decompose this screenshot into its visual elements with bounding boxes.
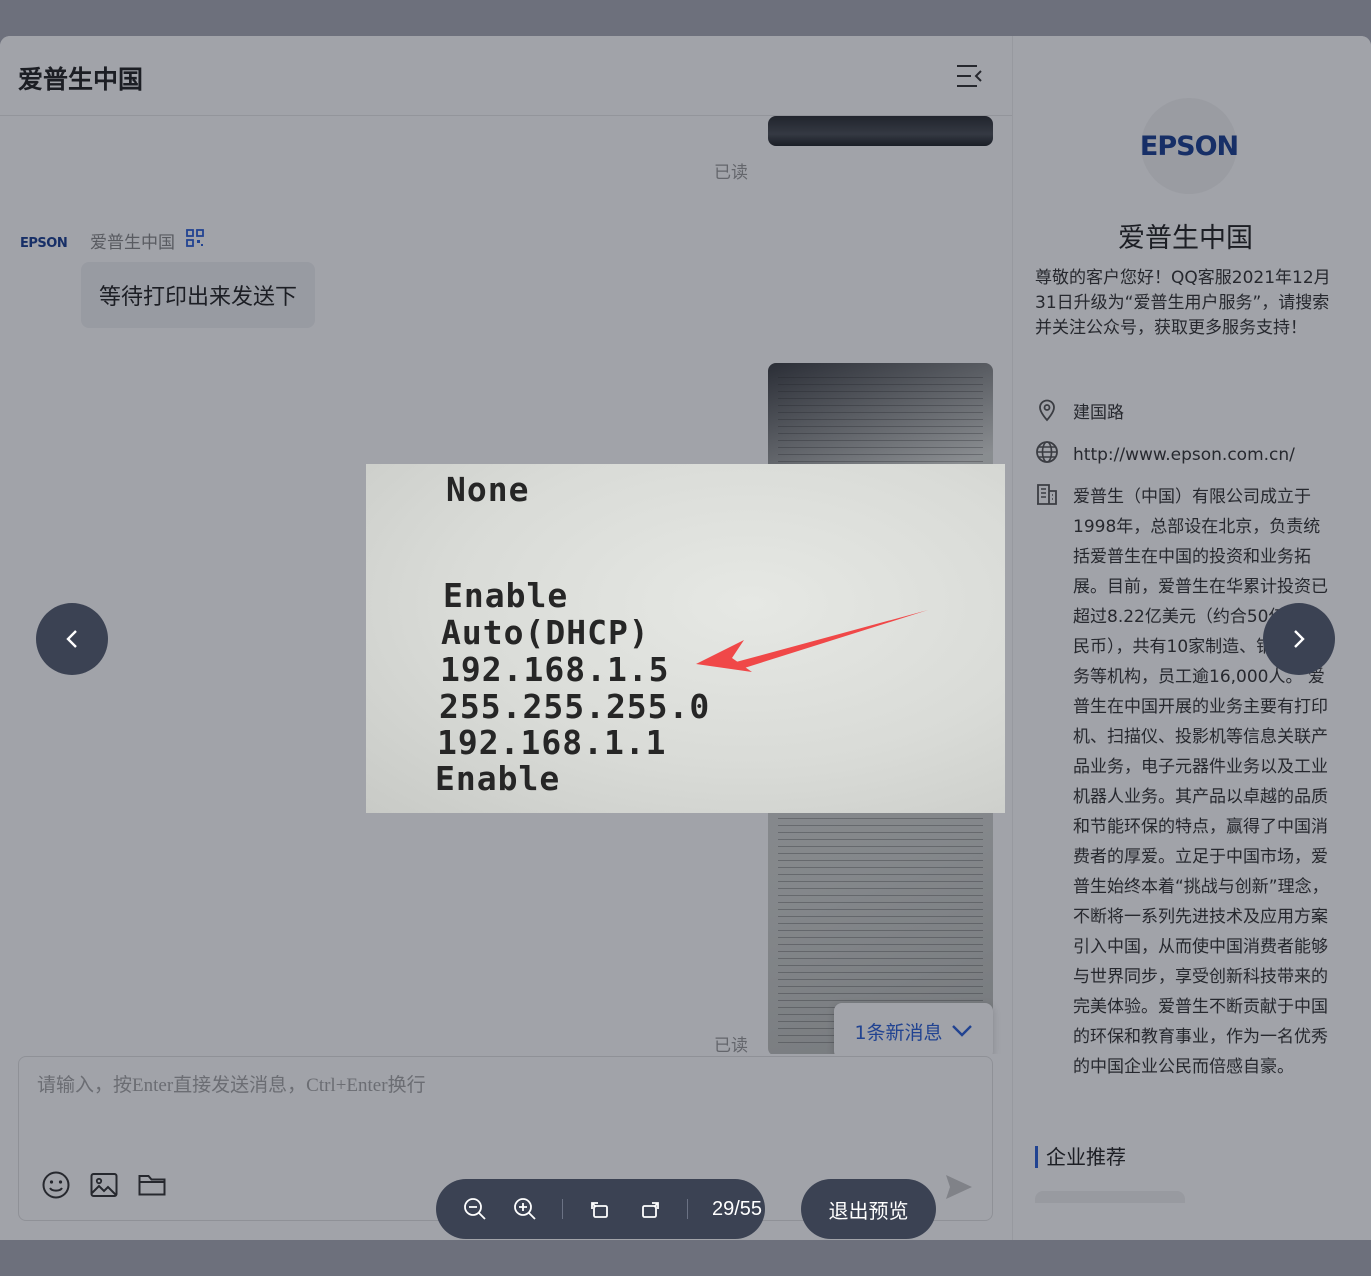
red-arrow-annotation xyxy=(696,610,928,672)
page-counter: 29/55 xyxy=(712,1197,763,1220)
arrow-shaft xyxy=(736,610,928,670)
preview-toolbar: 29/55 xyxy=(436,1179,765,1239)
chevron-left-icon xyxy=(66,630,77,648)
zoom-out-icon xyxy=(464,1198,486,1220)
image-preview-overlay[interactable]: None Enable Auto(DHCP) 192.168.1.5 255.2… xyxy=(0,0,1371,1276)
arrow-head xyxy=(696,640,752,672)
preview-image[interactable]: None Enable Auto(DHCP) 192.168.1.5 255.2… xyxy=(366,464,1005,813)
previous-image-button[interactable] xyxy=(36,603,108,675)
zoom-out-button[interactable] xyxy=(462,1196,488,1222)
toolbar-divider xyxy=(562,1199,563,1219)
rotate-left-icon xyxy=(591,1202,608,1218)
rotate-left-button[interactable] xyxy=(587,1196,613,1222)
exit-preview-button[interactable]: 退出预览 xyxy=(801,1179,936,1239)
chevron-right-icon xyxy=(1294,630,1305,648)
zoom-in-icon xyxy=(514,1198,536,1220)
toolbar-divider xyxy=(687,1199,688,1219)
next-image-button[interactable] xyxy=(1263,603,1335,675)
zoom-in-button[interactable] xyxy=(512,1196,538,1222)
rotate-right-icon xyxy=(642,1202,659,1218)
rotate-right-button[interactable] xyxy=(637,1196,663,1222)
